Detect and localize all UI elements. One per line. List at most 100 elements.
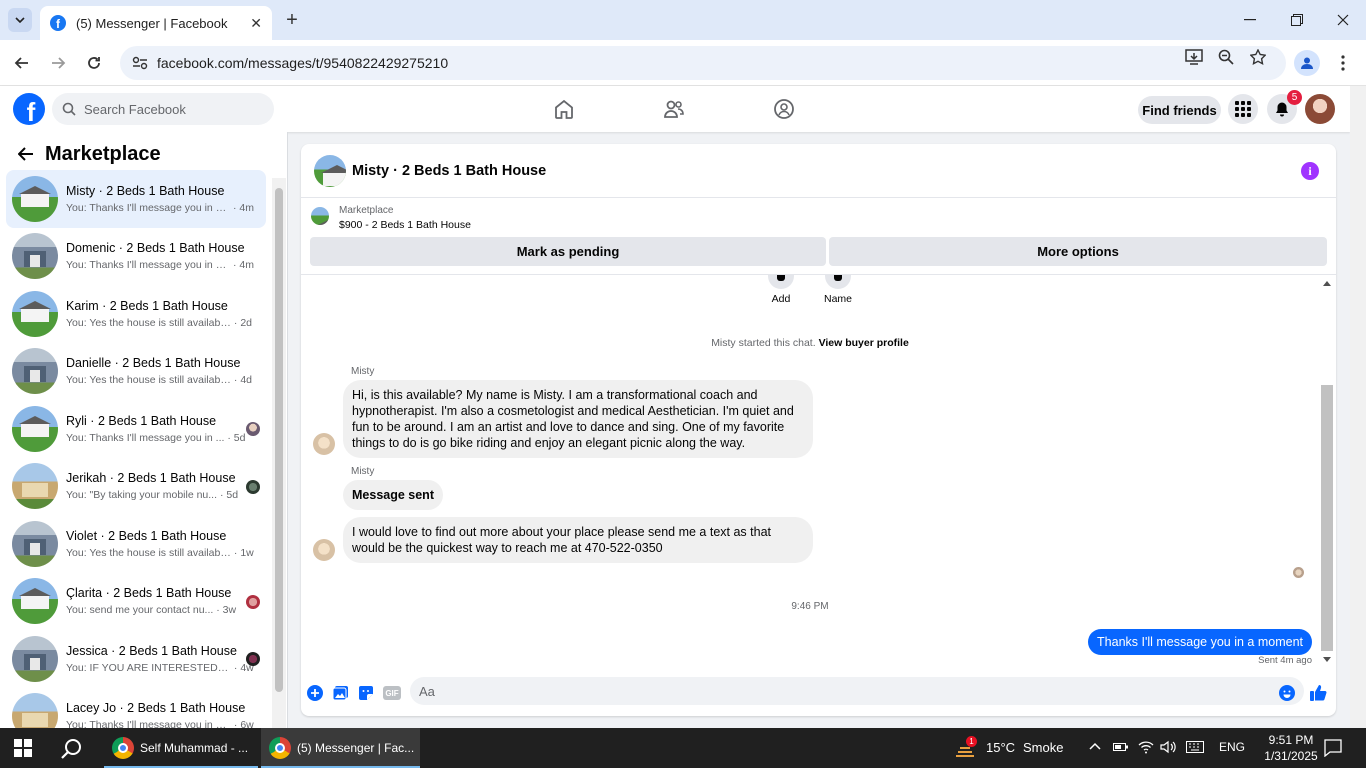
address-bar[interactable]: facebook.com/messages/t/9540822429275210 bbox=[120, 46, 1286, 80]
weather-badge: 1 bbox=[966, 736, 977, 747]
battery-icon[interactable] bbox=[1113, 741, 1129, 753]
site-settings-icon[interactable] bbox=[130, 53, 150, 73]
sender-avatar[interactable] bbox=[313, 539, 335, 561]
notification-center-button[interactable] bbox=[1324, 739, 1342, 757]
minimize-button[interactable] bbox=[1238, 8, 1262, 32]
incoming-message[interactable]: Message sent bbox=[343, 480, 443, 510]
chat-title[interactable]: Misty · 2 Beds 1 Bath House bbox=[352, 163, 546, 179]
attach-photo-button[interactable] bbox=[332, 684, 350, 702]
scroll-down-arrow-icon[interactable] bbox=[1323, 657, 1331, 662]
quick-action-label: Add bbox=[771, 293, 791, 305]
listing-summary[interactable]: Marketplace $900 - 2 Beds 1 Bath House bbox=[301, 199, 1336, 237]
search-input[interactable] bbox=[84, 101, 264, 117]
conversation-item[interactable]: Jerikah · 2 Beds 1 Bath House You: "By t… bbox=[6, 458, 266, 516]
conversation-time: · 5d bbox=[227, 431, 246, 444]
conversation-time: · 2d bbox=[233, 316, 253, 329]
incoming-message[interactable]: Hi, is this available? My name is Misty.… bbox=[343, 380, 813, 458]
new-tab-button[interactable]: + bbox=[282, 8, 302, 32]
scroll-up-arrow-icon[interactable] bbox=[1323, 281, 1331, 286]
conversation-item[interactable]: Misty · 2 Beds 1 Bath House You: Thanks … bbox=[6, 170, 266, 228]
more-actions-button[interactable] bbox=[306, 684, 324, 702]
page-scrollbar[interactable] bbox=[1350, 86, 1366, 728]
conversation-item[interactable]: Çlarita · 2 Beds 1 Bath House You: send … bbox=[6, 573, 266, 631]
facebook-search-box[interactable] bbox=[52, 93, 274, 125]
forward-button[interactable] bbox=[46, 51, 70, 75]
conversation-time: · 3w bbox=[216, 604, 237, 617]
listing-thumbnail bbox=[12, 578, 58, 625]
listing-thumbnail bbox=[12, 693, 58, 728]
info-icon[interactable]: i bbox=[1301, 162, 1319, 180]
sidebar-scrollbar[interactable] bbox=[272, 178, 286, 728]
chat-scrollbar[interactable] bbox=[1320, 275, 1334, 665]
back-to-chats-button[interactable] bbox=[16, 144, 36, 164]
view-buyer-profile-link[interactable]: View buyer profile bbox=[819, 337, 909, 349]
sender-avatar[interactable] bbox=[313, 433, 335, 455]
close-window-button[interactable] bbox=[1331, 8, 1355, 32]
more-options-button[interactable]: More options bbox=[829, 237, 1327, 266]
input-language[interactable]: ENG bbox=[1219, 740, 1245, 754]
conversation-item[interactable]: Domenic · 2 Beds 1 Bath House You: Thank… bbox=[6, 228, 266, 286]
sidebar-scrollbar-thumb[interactable] bbox=[275, 188, 283, 692]
nav-friends[interactable] bbox=[662, 97, 686, 121]
tab-search-button[interactable] bbox=[8, 8, 32, 32]
restore-icon bbox=[1291, 14, 1303, 26]
nav-home[interactable] bbox=[552, 97, 576, 121]
zoom-icon[interactable] bbox=[1216, 47, 1236, 67]
volume-icon[interactable] bbox=[1160, 740, 1178, 754]
account-avatar[interactable] bbox=[1305, 94, 1335, 124]
mark-as-pending-button[interactable]: Mark as pending bbox=[310, 237, 826, 266]
taskbar-app-chrome-2[interactable]: (5) Messenger | Fac... bbox=[261, 728, 420, 768]
add-icon bbox=[768, 275, 794, 289]
chat-header: Misty · 2 Beds 1 Bath House i bbox=[301, 144, 1336, 198]
name-action[interactable]: Name bbox=[813, 275, 863, 305]
menu-button[interactable] bbox=[1228, 94, 1258, 124]
sticker-button[interactable] bbox=[357, 684, 375, 702]
taskbar-search-button[interactable] bbox=[60, 737, 84, 761]
conversation-preview: You: Thanks I'll message you in a ... bbox=[66, 259, 231, 272]
add-contact-action[interactable]: Add bbox=[756, 275, 806, 305]
incoming-message[interactable]: I would love to find out more about your… bbox=[343, 517, 813, 563]
outgoing-message[interactable]: Thanks I'll message you in a moment bbox=[1088, 629, 1312, 655]
browser-profile-button[interactable] bbox=[1294, 50, 1320, 76]
back-button[interactable] bbox=[10, 51, 34, 75]
reload-button[interactable] bbox=[82, 51, 106, 75]
conversation-time: · 4m bbox=[233, 259, 254, 272]
browser-menu-button[interactable] bbox=[1333, 50, 1353, 76]
windows-start-button[interactable] bbox=[14, 739, 32, 757]
conversation-item[interactable]: Karim · 2 Beds 1 Bath House You: Yes the… bbox=[6, 285, 266, 343]
conversation-item[interactable]: Jessica · 2 Beds 1 Bath House You: IF YO… bbox=[6, 630, 266, 688]
nav-groups[interactable] bbox=[772, 97, 796, 121]
conversation-item[interactable]: Lacey Jo · 2 Beds 1 Bath House You: Than… bbox=[6, 688, 266, 728]
conversation-item[interactable]: Violet · 2 Beds 1 Bath House You: Yes th… bbox=[6, 515, 266, 573]
facebook-logo-icon[interactable]: f bbox=[13, 93, 45, 125]
browser-tab-messenger[interactable]: f (5) Messenger | Facebook ✕ bbox=[40, 6, 272, 40]
bookmark-star-icon[interactable] bbox=[1248, 47, 1268, 67]
conversation-item[interactable]: Danielle · 2 Beds 1 Bath House You: Yes … bbox=[6, 343, 266, 401]
message-thread: Add Name Misty started this chat. View b… bbox=[301, 274, 1336, 674]
restore-button[interactable] bbox=[1285, 8, 1309, 32]
find-friends-button[interactable]: Find friends bbox=[1138, 96, 1221, 124]
message-input[interactable] bbox=[410, 677, 1304, 705]
conversation-item[interactable]: Ryli · 2 Beds 1 Bath House You: Thanks I… bbox=[6, 400, 266, 458]
keyboard-icon[interactable] bbox=[1186, 741, 1204, 753]
conversation-name: Domenic · 2 Beds 1 Bath House bbox=[66, 241, 245, 256]
system-clock[interactable]: 9:51 PM 1/31/2025 bbox=[1256, 732, 1326, 764]
chrome-icon bbox=[269, 737, 291, 759]
tab-close-icon[interactable]: ✕ bbox=[250, 15, 262, 32]
clock-time: 9:51 PM bbox=[1268, 733, 1314, 747]
gif-button[interactable]: GIF bbox=[382, 684, 402, 702]
conversation-preview: You: Yes the house is still available... bbox=[66, 374, 231, 387]
like-button[interactable] bbox=[1309, 684, 1327, 702]
chat-scrollbar-thumb[interactable] bbox=[1321, 385, 1333, 651]
clock-date: 1/31/2025 bbox=[1264, 749, 1318, 763]
taskbar-app-chrome-1[interactable]: Self Muhammad - ... bbox=[104, 728, 258, 768]
chat-listing-thumbnail[interactable] bbox=[314, 154, 346, 187]
weather-widget[interactable]: 1 bbox=[954, 736, 978, 758]
conversation-preview: You: Yes the house is still available... bbox=[66, 316, 231, 329]
conversation-preview: You: "By taking your mobile nu... bbox=[66, 489, 218, 502]
emoji-button[interactable] bbox=[1278, 684, 1296, 702]
install-app-icon[interactable] bbox=[1184, 47, 1204, 67]
show-hidden-icons-button[interactable] bbox=[1089, 742, 1101, 750]
person-icon bbox=[1301, 57, 1313, 69]
wifi-icon[interactable] bbox=[1138, 740, 1154, 754]
